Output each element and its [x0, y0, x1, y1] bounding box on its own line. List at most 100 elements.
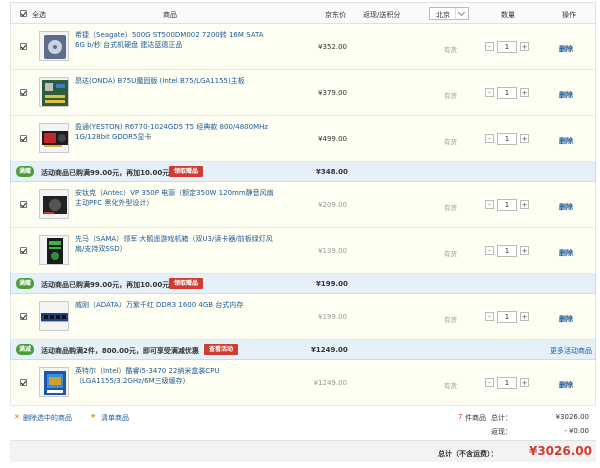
quantity-stepper: - 1 + [485, 199, 530, 211]
final-total-value: ¥3026.00 [528, 444, 592, 458]
product-thumbnail[interactable] [39, 367, 69, 397]
view-activity-button[interactable]: 查看活动 [204, 344, 239, 355]
product-name-link[interactable]: 英特尔（Intel）酷睿i5-3470 22纳米盒装CPU（LGA1155/3.… [75, 366, 275, 386]
product-thumbnail[interactable] [39, 301, 69, 331]
decrease-button[interactable]: - [485, 246, 494, 255]
stock-status: 有货 [444, 46, 457, 54]
increase-button[interactable]: + [520, 88, 529, 97]
col-product: 商品 [163, 11, 177, 19]
row-checkbox[interactable] [20, 247, 27, 254]
promo-tag: 满赠 [16, 166, 34, 177]
quantity-input[interactable]: 1 [497, 133, 517, 145]
decrease-button[interactable]: - [485, 134, 494, 143]
promo-bar: 满减 活动商品购满2件，800.00元，即可享受满减优惠 查看活动 ¥1249.… [10, 340, 596, 360]
region-divider [455, 8, 456, 19]
delete-link[interactable]: 删除 [559, 202, 573, 212]
product-name-link[interactable]: 希捷（Seagate）500G ST500DM002 7200转 16M SAT… [75, 30, 275, 50]
product-name-link[interactable]: 安钛克（Antec）VP 350P 电源（额定350W 120mm静音风扇 主动… [75, 188, 275, 208]
delete-selected-link[interactable]: 删除选中的商品 [23, 413, 72, 423]
product-name-link[interactable]: 威刚（ADATA）万紫千红 DDR3 1600 4GB 台式内存 [75, 300, 275, 310]
quantity-input[interactable]: 1 [497, 377, 517, 389]
promo-total: ¥199.00 [316, 280, 348, 288]
item-count: 7 [458, 413, 463, 421]
claim-gift-button[interactable]: 领取赠品 [169, 166, 204, 177]
promo-total: ¥348.00 [316, 168, 348, 176]
stock-status: 有货 [444, 316, 457, 324]
total-value: ¥3026.00 [555, 413, 589, 421]
promo-tag: 满减 [16, 344, 34, 355]
list-items-link[interactable]: 清单商品 [101, 413, 129, 423]
quantity-input[interactable]: 1 [497, 245, 517, 257]
delete-link[interactable]: 删除 [559, 248, 573, 258]
decrease-button[interactable]: - [485, 88, 494, 97]
increase-button[interactable]: + [520, 312, 529, 321]
product-name-link[interactable]: 先马（SAMA）领军 大鹅遥游戏机箱（双U3/读卡器/前板绿灯风扇/支持双SSD… [75, 234, 275, 254]
quantity-stepper: - 1 + [485, 311, 530, 323]
stock-status: 有货 [444, 138, 457, 146]
stock-status: 有货 [444, 92, 457, 100]
delete-link[interactable]: 删除 [559, 136, 573, 146]
cart-row: 威刚（ADATA）万紫千红 DDR3 1600 4GB 台式内存 ¥199.00… [10, 294, 596, 340]
row-checkbox[interactable] [20, 313, 27, 320]
quantity-stepper: - 1 + [485, 87, 530, 99]
product-name-link[interactable]: 盈通(YESTON) R6770-1024GD5 T5 经典款 800/4800… [75, 122, 275, 142]
delete-link[interactable]: 删除 [559, 380, 573, 390]
total-label: 总计： [491, 414, 512, 422]
row-checkbox[interactable] [20, 89, 27, 96]
quantity-input[interactable]: 1 [497, 311, 517, 323]
row-checkbox[interactable] [20, 135, 27, 142]
quantity-input[interactable]: 1 [497, 41, 517, 53]
product-price: ¥199.00 [318, 313, 347, 321]
item-count-label: 件商品 [465, 414, 486, 422]
increase-button[interactable]: + [520, 246, 529, 255]
product-thumbnail[interactable] [39, 235, 69, 265]
product-price: ¥379.00 [318, 89, 347, 97]
decrease-button[interactable]: - [485, 200, 494, 209]
row-checkbox[interactable] [20, 201, 27, 208]
quantity-input[interactable]: 1 [497, 87, 517, 99]
product-price: ¥139.00 [318, 247, 347, 255]
product-thumbnail[interactable] [39, 189, 69, 219]
delete-link[interactable]: 删除 [559, 44, 573, 54]
col-qty: 数量 [501, 11, 515, 19]
cart-table: 全选 商品 京东价 返现/送积分 北京 数量 操作 希捷（Seagate）500… [10, 2, 596, 462]
cart-summary: ✕ 删除选中的商品 ★ 清单商品 7 件商品 总计： ¥3026.00 返现： … [10, 406, 596, 464]
decrease-button[interactable]: - [485, 378, 494, 387]
claim-gift-button[interactable]: 领取赠品 [169, 278, 204, 289]
increase-button[interactable]: + [520, 42, 529, 51]
final-total-label: 总计（不含运费）： [438, 450, 498, 458]
product-name-link[interactable]: 昂达(ONDA) B75U魔固版 (Intel B75/LGA1155)主板 [75, 76, 275, 86]
row-checkbox[interactable] [20, 43, 27, 50]
cart-row: 昂达(ONDA) B75U魔固版 (Intel B75/LGA1155)主板 ¥… [10, 70, 596, 116]
cart-row: 盈通(YESTON) R6770-1024GD5 T5 经典款 800/4800… [10, 116, 596, 162]
cart-row: 英特尔（Intel）酷睿i5-3470 22纳米盒装CPU（LGA1155/3.… [10, 360, 596, 406]
select-all-checkbox[interactable] [20, 10, 27, 17]
promo-text: 活动商品已购满99.00元，再加10.00元 [41, 169, 170, 177]
rebate-label: 返现： [491, 428, 512, 436]
increase-button[interactable]: + [520, 200, 529, 209]
more-activity-link[interactable]: 更多活动商品 [550, 346, 592, 356]
close-icon: ✕ [14, 413, 20, 421]
delete-link[interactable]: 删除 [559, 90, 573, 100]
promo-tag: 满赠 [16, 278, 34, 289]
quantity-stepper: - 1 + [485, 377, 530, 389]
delete-link[interactable]: 删除 [559, 314, 573, 324]
decrease-button[interactable]: - [485, 42, 494, 51]
cart-row: 安钛克（Antec）VP 350P 电源（额定350W 120mm静音风扇 主动… [10, 182, 596, 228]
cart-header: 全选 商品 京东价 返现/送积分 北京 数量 操作 [10, 2, 596, 24]
row-checkbox[interactable] [20, 379, 27, 386]
product-thumbnail[interactable] [39, 31, 69, 61]
increase-button[interactable]: + [520, 378, 529, 387]
increase-button[interactable]: + [520, 134, 529, 143]
region-select[interactable]: 北京 [429, 7, 469, 20]
col-points: 返现/送积分 [363, 11, 401, 19]
promo-text: 活动商品购满2件，800.00元，即可享受满减优惠 [41, 347, 199, 355]
col-action: 操作 [562, 11, 576, 19]
quantity-input[interactable]: 1 [497, 199, 517, 211]
decrease-button[interactable]: - [485, 312, 494, 321]
promo-total: ¥1249.00 [311, 346, 348, 354]
promo-bar: 满赠 活动商品已购满99.00元，再加10.00元 领取赠品 ¥348.00 [10, 162, 596, 182]
product-price: ¥499.00 [318, 135, 347, 143]
product-thumbnail[interactable] [39, 123, 69, 153]
product-thumbnail[interactable] [39, 77, 69, 107]
